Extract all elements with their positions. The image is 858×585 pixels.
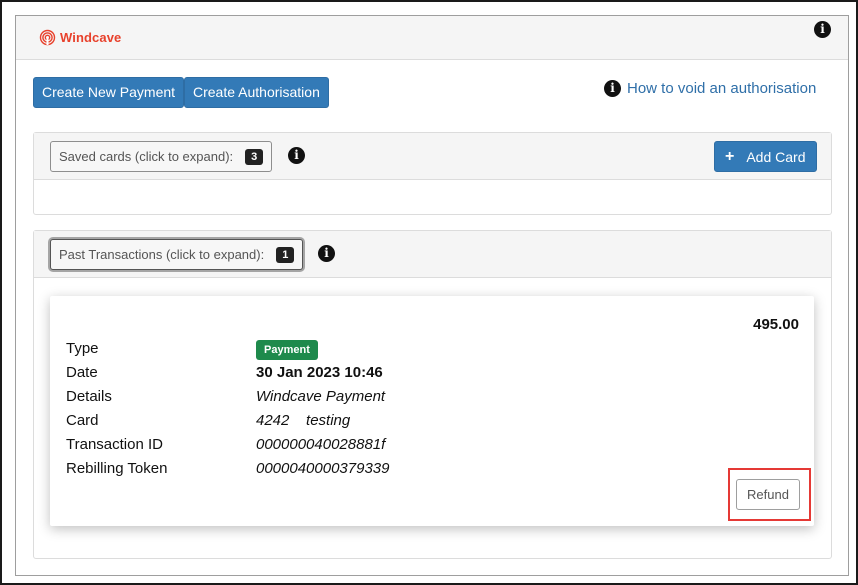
info-icon[interactable]: i: [814, 21, 831, 38]
card-value: 4242 testing: [256, 412, 351, 429]
transaction-id-label: Transaction ID: [66, 436, 163, 453]
card-row: Card 4242 testing: [66, 409, 766, 433]
create-payment-button[interactable]: Create New Payment: [33, 77, 185, 108]
type-row: Type Payment: [66, 337, 766, 361]
panel-header: Windcave i: [16, 16, 848, 60]
date-label: Date: [66, 364, 98, 381]
info-icon: i: [604, 80, 621, 97]
past-transactions-header: Past Transactions (click to expand): 1 i: [34, 231, 831, 278]
info-icon[interactable]: i: [288, 147, 305, 164]
saved-cards-section: Saved cards (click to expand): 3 i + Add…: [33, 132, 832, 215]
transaction-amount: 495.00: [753, 316, 799, 333]
details-label: Details: [66, 388, 112, 405]
payment-type-badge: Payment: [256, 340, 318, 360]
info-icon[interactable]: i: [318, 245, 335, 262]
past-transactions-section: Past Transactions (click to expand): 1 i…: [33, 230, 832, 559]
add-card-button[interactable]: + Add Card: [714, 141, 817, 172]
add-card-label: Add Card: [746, 148, 806, 165]
saved-cards-header: Saved cards (click to expand): 3 i + Add…: [34, 133, 831, 180]
saved-cards-expander[interactable]: Saved cards (click to expand): 3: [50, 141, 273, 172]
app-frame: Windcave i Create New Payment Create Aut…: [0, 0, 858, 585]
past-transactions-label: Past Transactions (click to expand):: [59, 247, 265, 262]
brand-name: Windcave: [60, 30, 122, 45]
create-authorisation-button[interactable]: Create Authorisation: [184, 77, 329, 108]
details-value: Windcave Payment: [256, 388, 386, 405]
void-authorisation-link[interactable]: i How to void an authorisation: [604, 80, 816, 97]
transaction-id-value: 000000040028881f: [256, 436, 386, 453]
saved-cards-label: Saved cards (click to expand):: [59, 149, 234, 164]
windcave-fingerprint-icon: [39, 29, 56, 46]
past-transactions-expander[interactable]: Past Transactions (click to expand): 1: [50, 239, 304, 270]
brand-logo: Windcave: [39, 29, 121, 46]
payment-panel: Windcave i Create New Payment Create Aut…: [15, 15, 849, 576]
date-value: 30 Jan 2023 10:46: [256, 364, 383, 381]
type-value: Payment: [256, 337, 318, 361]
type-label: Type: [66, 340, 99, 357]
rebilling-token-row: Rebilling Token 0000040000379339: [66, 457, 766, 481]
refund-button[interactable]: Refund: [736, 479, 800, 510]
void-link-label: How to void an authorisation: [627, 80, 817, 97]
transaction-card: 495.00 Type Payment Date 30 Jan 2023 10:…: [50, 296, 814, 526]
card-label: Card: [66, 412, 99, 429]
rebilling-token-label: Rebilling Token: [66, 460, 168, 477]
past-transactions-count-badge: 1: [276, 246, 295, 263]
saved-cards-count-badge: 3: [245, 148, 264, 165]
details-row: Details Windcave Payment: [66, 385, 766, 409]
rebilling-token-value: 0000040000379339: [256, 460, 390, 477]
transaction-id-row: Transaction ID 000000040028881f: [66, 433, 766, 457]
date-row: Date 30 Jan 2023 10:46: [66, 361, 766, 385]
plus-icon: +: [725, 147, 735, 165]
